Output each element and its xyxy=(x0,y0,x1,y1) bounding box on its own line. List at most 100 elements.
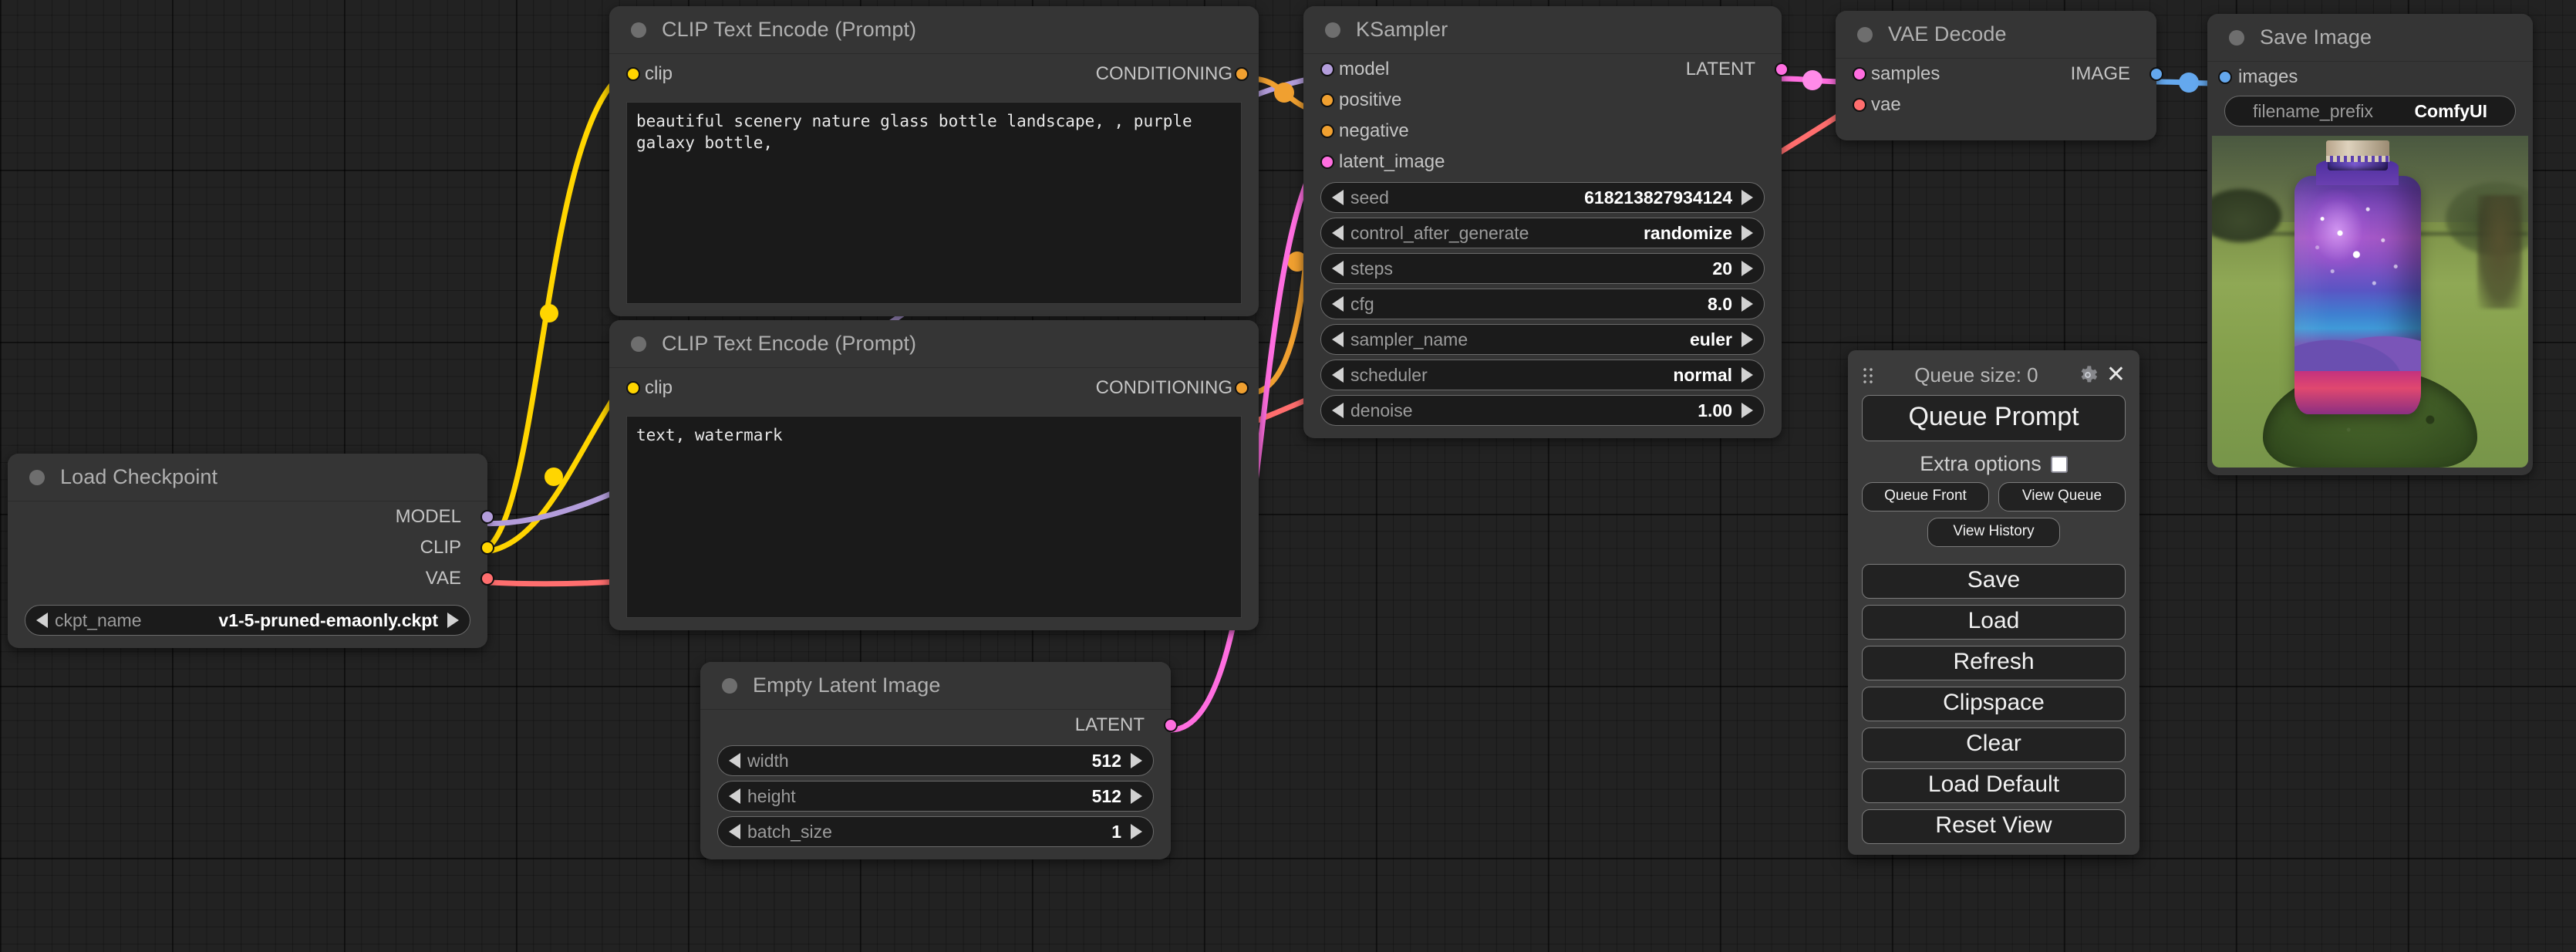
output-slot-latent[interactable]: LATENT xyxy=(700,710,1171,741)
node-empty-latent-image[interactable]: Empty Latent Image LATENT width 512 heig… xyxy=(700,662,1171,859)
chevron-left-icon[interactable] xyxy=(1332,367,1344,383)
chevron-left-icon[interactable] xyxy=(729,753,740,768)
extra-options-checkbox[interactable] xyxy=(2051,456,2068,473)
port-model-out[interactable] xyxy=(480,510,494,524)
refresh-button[interactable]: Refresh xyxy=(1862,646,2126,680)
widget-seed[interactable]: seed 618213827934124 xyxy=(1320,182,1765,213)
widget-width[interactable]: width 512 xyxy=(717,745,1154,776)
chevron-left-icon[interactable] xyxy=(729,788,740,804)
node-vae-decode[interactable]: VAE Decode samples IMAGE vae xyxy=(1836,11,2156,140)
collapse-dot-icon[interactable] xyxy=(1857,27,1873,42)
drag-handle-icon[interactable] xyxy=(1862,366,1876,383)
collapse-dot-icon[interactable] xyxy=(631,336,646,352)
view-history-button[interactable]: View History xyxy=(1927,518,2060,547)
port-latent-image-in[interactable] xyxy=(1320,155,1334,169)
gear-icon[interactable] xyxy=(2077,364,2099,386)
chevron-left-icon[interactable] xyxy=(1332,225,1344,241)
port-latent-out[interactable] xyxy=(1775,62,1789,76)
clipspace-button[interactable]: Clipspace xyxy=(1862,687,2126,721)
chevron-left-icon[interactable] xyxy=(1332,332,1344,347)
output-slot-model[interactable]: MODEL xyxy=(8,501,487,532)
port-negative-in[interactable] xyxy=(1320,124,1334,138)
port-vae-in[interactable] xyxy=(1853,98,1866,112)
node-header[interactable]: CLIP Text Encode (Prompt) xyxy=(609,320,1259,368)
node-ksampler[interactable]: KSampler model LATENT positive negative … xyxy=(1303,6,1782,438)
chevron-left-icon[interactable] xyxy=(1332,261,1344,276)
input-slot-latent-image[interactable]: latent_image xyxy=(1303,147,1782,177)
widget-batch-size[interactable]: batch_size 1 xyxy=(717,816,1154,847)
chevron-left-icon[interactable] xyxy=(1332,403,1344,418)
comfy-menu-panel[interactable]: Queue size: 0 ✕ Queue Prompt Extra optio… xyxy=(1848,350,2139,855)
port-positive-in[interactable] xyxy=(1320,93,1334,107)
port-samples-in[interactable] xyxy=(1853,67,1866,81)
view-queue-button[interactable]: View Queue xyxy=(1998,482,2126,511)
chevron-right-icon[interactable] xyxy=(1741,367,1753,383)
close-icon[interactable]: ✕ xyxy=(2106,364,2126,386)
widget-value[interactable]: 1 xyxy=(1111,822,1121,842)
input-slot-samples[interactable]: samples IMAGE xyxy=(1836,59,2156,89)
widget-cfg[interactable]: cfg 8.0 xyxy=(1320,289,1765,319)
chevron-left-icon[interactable] xyxy=(729,824,740,839)
port-vae-out[interactable] xyxy=(480,572,494,586)
collapse-dot-icon[interactable] xyxy=(29,470,45,485)
menu-header[interactable]: Queue size: 0 ✕ xyxy=(1862,358,2126,392)
collapse-dot-icon[interactable] xyxy=(1325,22,1340,38)
node-header[interactable]: CLIP Text Encode (Prompt) xyxy=(609,6,1259,54)
chevron-right-icon[interactable] xyxy=(1131,753,1142,768)
prompt-textarea[interactable]: beautiful scenery nature glass bottle la… xyxy=(626,102,1242,304)
widget-value[interactable]: 618213827934124 xyxy=(1584,187,1732,208)
port-latent-out[interactable] xyxy=(1164,718,1178,732)
chevron-right-icon[interactable] xyxy=(1131,824,1142,839)
reset-view-button[interactable]: Reset View xyxy=(1862,809,2126,844)
collapse-dot-icon[interactable] xyxy=(631,22,646,38)
widget-value[interactable]: 512 xyxy=(1092,751,1121,771)
chevron-right-icon[interactable] xyxy=(1741,332,1753,347)
port-images-in[interactable] xyxy=(2218,70,2232,84)
chevron-left-icon[interactable] xyxy=(1332,296,1344,312)
chevron-right-icon[interactable] xyxy=(1741,261,1753,276)
image-preview[interactable] xyxy=(2212,136,2528,468)
output-slot-clip[interactable]: CLIP xyxy=(8,532,487,563)
widget-value[interactable]: 20 xyxy=(1712,258,1732,279)
collapse-dot-icon[interactable] xyxy=(722,678,737,694)
node-header[interactable]: VAE Decode xyxy=(1836,11,2156,59)
chevron-right-icon[interactable] xyxy=(1741,403,1753,418)
clear-button[interactable]: Clear xyxy=(1862,728,2126,762)
node-header[interactable]: KSampler xyxy=(1303,6,1782,54)
chevron-left-icon[interactable] xyxy=(1332,190,1344,205)
input-slot-vae[interactable]: vae xyxy=(1836,89,2156,120)
widget-denoise[interactable]: denoise 1.00 xyxy=(1320,395,1765,426)
output-slot-vae[interactable]: VAE xyxy=(8,563,487,594)
widget-value[interactable]: v1-5-pruned-emaonly.ckpt xyxy=(218,610,438,631)
widget-value[interactable]: 512 xyxy=(1092,786,1121,807)
input-slot-model[interactable]: model LATENT xyxy=(1303,54,1782,85)
widget-value[interactable]: 8.0 xyxy=(1708,294,1732,315)
extra-options-row[interactable]: Extra options xyxy=(1862,452,2126,476)
widget-filename-prefix[interactable]: filename_prefix ComfyUI xyxy=(2224,96,2516,127)
input-slot-negative[interactable]: negative xyxy=(1303,116,1782,147)
widget-value[interactable]: euler xyxy=(1690,329,1732,350)
chevron-right-icon[interactable] xyxy=(1741,190,1753,205)
collapse-dot-icon[interactable] xyxy=(2229,30,2244,46)
node-header[interactable]: Load Checkpoint xyxy=(8,454,487,501)
load-default-button[interactable]: Load Default xyxy=(1862,768,2126,803)
node-header[interactable]: Save Image xyxy=(2207,14,2533,62)
node-load-checkpoint[interactable]: Load Checkpoint MODEL CLIP VAE ckpt_name… xyxy=(8,454,487,648)
chevron-right-icon[interactable] xyxy=(1741,296,1753,312)
node-clip-text-encode-negative[interactable]: CLIP Text Encode (Prompt) clip CONDITION… xyxy=(609,320,1259,630)
queue-front-button[interactable]: Queue Front xyxy=(1862,482,1989,511)
node-header[interactable]: Empty Latent Image xyxy=(700,662,1171,710)
port-conditioning-out[interactable] xyxy=(1235,381,1249,395)
port-clip-out[interactable] xyxy=(480,541,494,555)
widget-sampler-name[interactable]: sampler_name euler xyxy=(1320,324,1765,355)
chevron-right-icon[interactable] xyxy=(1131,788,1142,804)
widget-value[interactable]: 1.00 xyxy=(1698,400,1732,421)
chevron-right-icon[interactable] xyxy=(1741,225,1753,241)
input-slot-positive[interactable]: positive xyxy=(1303,85,1782,116)
chevron-left-icon[interactable] xyxy=(36,613,48,628)
widget-value[interactable]: normal xyxy=(1673,365,1732,386)
chevron-right-icon[interactable] xyxy=(447,613,459,628)
widget-ckpt-name[interactable]: ckpt_name v1-5-pruned-emaonly.ckpt xyxy=(25,605,470,636)
save-button[interactable]: Save xyxy=(1862,564,2126,599)
port-conditioning-out[interactable] xyxy=(1235,67,1249,81)
